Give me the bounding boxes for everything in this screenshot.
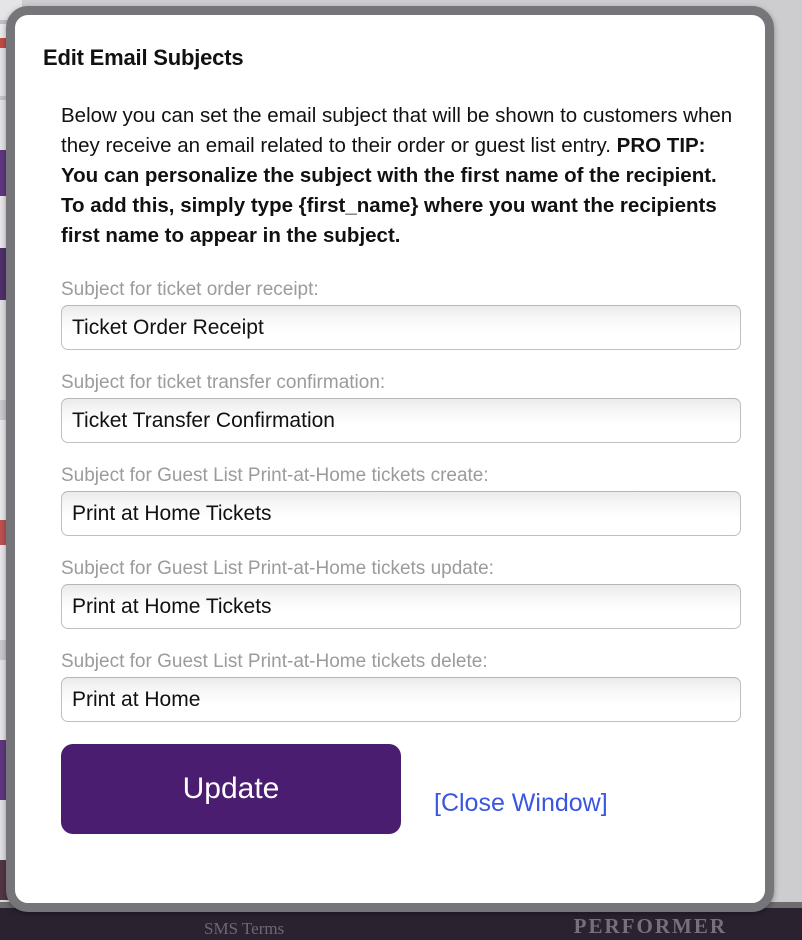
field-group-ticket-transfer-confirmation: Subject for ticket transfer confirmation… — [61, 372, 743, 443]
input-ticket-transfer-confirmation[interactable] — [61, 398, 741, 443]
label-guest-list-update: Subject for Guest List Print-at-Home tic… — [61, 558, 494, 579]
close-window-link[interactable]: [Close Window] — [434, 789, 608, 818]
field-group-guest-list-update: Subject for Guest List Print-at-Home tic… — [61, 558, 743, 629]
update-button[interactable]: Update — [61, 744, 401, 834]
dialog-actions: Update [Close Window] — [61, 744, 739, 834]
input-guest-list-update[interactable] — [61, 584, 741, 629]
page-title: Edit Email Subjects — [43, 45, 244, 70]
dialog-content: Edit Email Subjects Below you can set th… — [15, 15, 765, 903]
page-root: SMS Terms PERFORMER Edit Email Subjects … — [0, 0, 802, 940]
footer-sms-terms-link[interactable]: SMS Terms — [204, 919, 284, 939]
label-guest-list-delete: Subject for Guest List Print-at-Home tic… — [61, 651, 488, 672]
field-group-guest-list-delete: Subject for Guest List Print-at-Home tic… — [61, 651, 743, 722]
label-ticket-order-receipt: Subject for ticket order receipt: — [61, 279, 319, 300]
input-guest-list-delete[interactable] — [61, 677, 741, 722]
input-guest-list-create[interactable] — [61, 491, 741, 536]
input-ticket-order-receipt[interactable] — [61, 305, 741, 350]
dialog-description: Below you can set the email subject that… — [61, 101, 739, 251]
field-group-ticket-order-receipt: Subject for ticket order receipt: — [61, 279, 743, 350]
field-group-guest-list-create: Subject for Guest List Print-at-Home tic… — [61, 465, 743, 536]
label-ticket-transfer-confirmation: Subject for ticket transfer confirmation… — [61, 372, 386, 393]
label-guest-list-create: Subject for Guest List Print-at-Home tic… — [61, 465, 489, 486]
email-subjects-form: Subject for ticket order receipt: Subjec… — [61, 279, 743, 722]
footer-performer-wordmark: PERFORMER — [573, 914, 727, 938]
edit-email-subjects-dialog: Edit Email Subjects Below you can set th… — [6, 6, 774, 912]
